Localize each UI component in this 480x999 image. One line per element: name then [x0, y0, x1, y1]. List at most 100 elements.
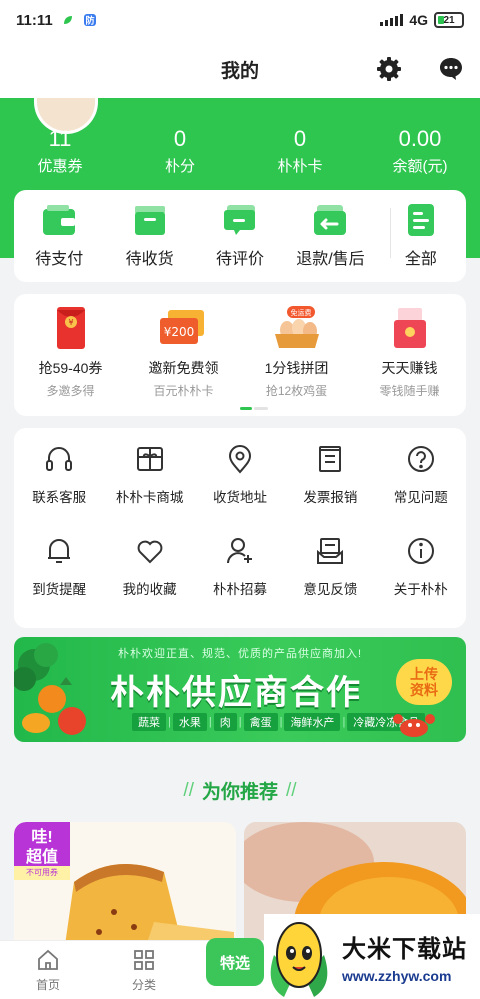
home-icon [38, 949, 58, 970]
site-watermark: 大米下载站 www.zzhyw.com [264, 914, 480, 999]
box-icon [134, 206, 165, 235]
stat-coupons[interactable]: 11 优惠券 [0, 126, 120, 176]
service-faq[interactable]: 常见问题 [376, 444, 466, 530]
leaf-notification-icon [63, 16, 72, 24]
gift-card-icon: ¥200 [159, 310, 204, 344]
gift-card-icon [136, 447, 163, 471]
service-card-mall[interactable]: 朴朴卡商城 [104, 444, 194, 530]
order-label: 待收货 [125, 251, 174, 268]
list-icon [407, 204, 434, 236]
status-time: 11:11 [16, 11, 53, 29]
svg-text:防: 防 [85, 15, 94, 27]
value-badge: 哇! 超值 不可用券 [14, 822, 70, 880]
headset-icon [46, 447, 73, 471]
feedback-icon [317, 538, 344, 564]
service-arrival-reminder[interactable]: 到货提醒 [14, 536, 104, 622]
refund-icon [314, 205, 347, 235]
promo-coupon[interactable]: ¥ 抢59-40券 多邀多得 [14, 306, 127, 416]
product-card[interactable]: 哇! 超值 不可用券 [14, 822, 236, 952]
stat-cards[interactable]: 0 朴朴卡 [240, 126, 360, 176]
watermark-title: 大米下载站 [342, 936, 467, 963]
service-label: 联系客服 [32, 490, 87, 505]
order-pending-payment[interactable]: 待支付 [14, 203, 104, 269]
grid-icon [134, 949, 154, 970]
orders-card: 待支付 待收货 待评价 退款/售后 全部 [14, 190, 466, 282]
upload-materials-button[interactable]: 上传 资料 [396, 659, 452, 705]
decor-slash: // [183, 779, 194, 801]
svg-text:¥: ¥ [68, 318, 73, 327]
service-address[interactable]: 收货地址 [195, 444, 285, 530]
card-amount: ¥200 [163, 325, 194, 339]
service-label: 收货地址 [212, 490, 267, 505]
category-tag: 蔬菜 [132, 713, 166, 731]
promo-earn[interactable]: 天天赚钱 零钱随手赚 [353, 306, 466, 416]
bag-icon: 特选 [206, 938, 264, 986]
shield-notification-icon: 防 [83, 14, 96, 27]
category-tag: 肉 [213, 713, 237, 731]
divider [390, 208, 391, 258]
nav-category[interactable]: 分类 [96, 941, 192, 999]
supplier-banner[interactable]: 朴朴欢迎正直、规范、优质的产品供应商加入! 朴朴供应商合作 蔬菜 | 水果 | … [14, 637, 466, 742]
eggs-icon: 免运费 [274, 306, 319, 348]
service-label: 我的收藏 [122, 582, 177, 597]
promo-title: 天天赚钱 [381, 360, 438, 376]
page-title: 我的 [220, 60, 259, 82]
nav-label: 分类 [131, 977, 156, 992]
service-invoice[interactable]: 发票报销 [285, 444, 375, 530]
settings-gear-icon[interactable] [376, 56, 402, 82]
banner-top-text: 朴朴欢迎正直、规范、优质的产品供应商加入! [117, 648, 363, 660]
stat-label: 余额(元) [392, 158, 448, 175]
page-header: 我的 [0, 40, 480, 98]
stat-points[interactable]: 0 朴分 [120, 126, 240, 176]
stat-balance[interactable]: 0.00 余额(元) [360, 126, 480, 176]
service-customer-support[interactable]: 联系客服 [14, 444, 104, 530]
crab-illustration [393, 714, 435, 737]
service-label: 关于朴朴 [393, 582, 448, 597]
decor-slash: // [286, 779, 297, 801]
corn-mascot-logo [270, 921, 328, 997]
carousel-indicator [240, 407, 268, 410]
battery-icon: 21 [434, 12, 464, 28]
order-refund[interactable]: 退款/售后 [285, 203, 375, 269]
promo-subtitle: 百元朴朴卡 [153, 384, 214, 398]
status-bar: 11:11 防 4G 21 [0, 0, 480, 40]
nav-featured[interactable]: 特选 [206, 924, 266, 988]
promo-title: 1分钱拼团 [264, 360, 329, 376]
service-recruit[interactable]: 朴朴招募 [195, 536, 285, 622]
battery-level: 21 [443, 14, 455, 26]
category-tag: 水果 [172, 713, 207, 731]
stat-value: 11 [48, 126, 72, 151]
order-pending-review[interactable]: 待评价 [195, 203, 285, 269]
invoice-icon [319, 446, 342, 472]
network-type: 4G [409, 12, 428, 28]
question-icon [407, 446, 434, 472]
banner-headline: 朴朴供应商合作 [110, 674, 362, 712]
order-pending-receipt[interactable]: 待收货 [104, 203, 194, 269]
recommend-section-title: // 为你推荐 // [0, 777, 480, 804]
heart-icon [137, 540, 162, 564]
service-label: 到货提醒 [32, 582, 87, 597]
promo-subtitle: 抢12枚鸡蛋 [265, 384, 328, 398]
order-label: 待评价 [216, 251, 265, 268]
banner-categories: 蔬菜 | 水果 | 肉 | 禽蛋 | 海鲜水产 | 冷藏冷冻食品 [132, 713, 426, 731]
coin-envelope-icon [393, 308, 426, 348]
stat-label: 朴分 [164, 158, 195, 175]
service-favorites[interactable]: 我的收藏 [104, 536, 194, 622]
bell-icon [48, 539, 71, 563]
promo-invite[interactable]: ¥200 邀新免费领 百元朴朴卡 [127, 306, 240, 416]
nav-label: 首页 [35, 977, 60, 992]
promo-subtitle: 零钱随手赚 [379, 384, 440, 398]
service-feedback[interactable]: 意见反馈 [285, 536, 375, 622]
stat-value: 0.00 [398, 126, 442, 151]
stat-value: 0 [173, 126, 187, 151]
promo-subtitle: 多邀多得 [46, 384, 95, 398]
message-icon[interactable] [438, 56, 464, 82]
service-label: 意见反馈 [303, 582, 358, 597]
service-label: 朴朴卡商城 [115, 490, 184, 505]
promotions-card: ¥ 抢59-40券 多邀多得 ¥200 邀新免费领 百元朴朴卡 免运费 1分钱拼… [14, 294, 466, 416]
service-about[interactable]: 关于朴朴 [376, 536, 466, 622]
promo-group-buy[interactable]: 免运费 1分钱拼团 抢12枚鸡蛋 [240, 306, 353, 416]
nav-home[interactable]: 首页 [0, 941, 96, 999]
upload-line1: 上传 [410, 666, 438, 682]
order-label: 全部 [404, 251, 437, 268]
